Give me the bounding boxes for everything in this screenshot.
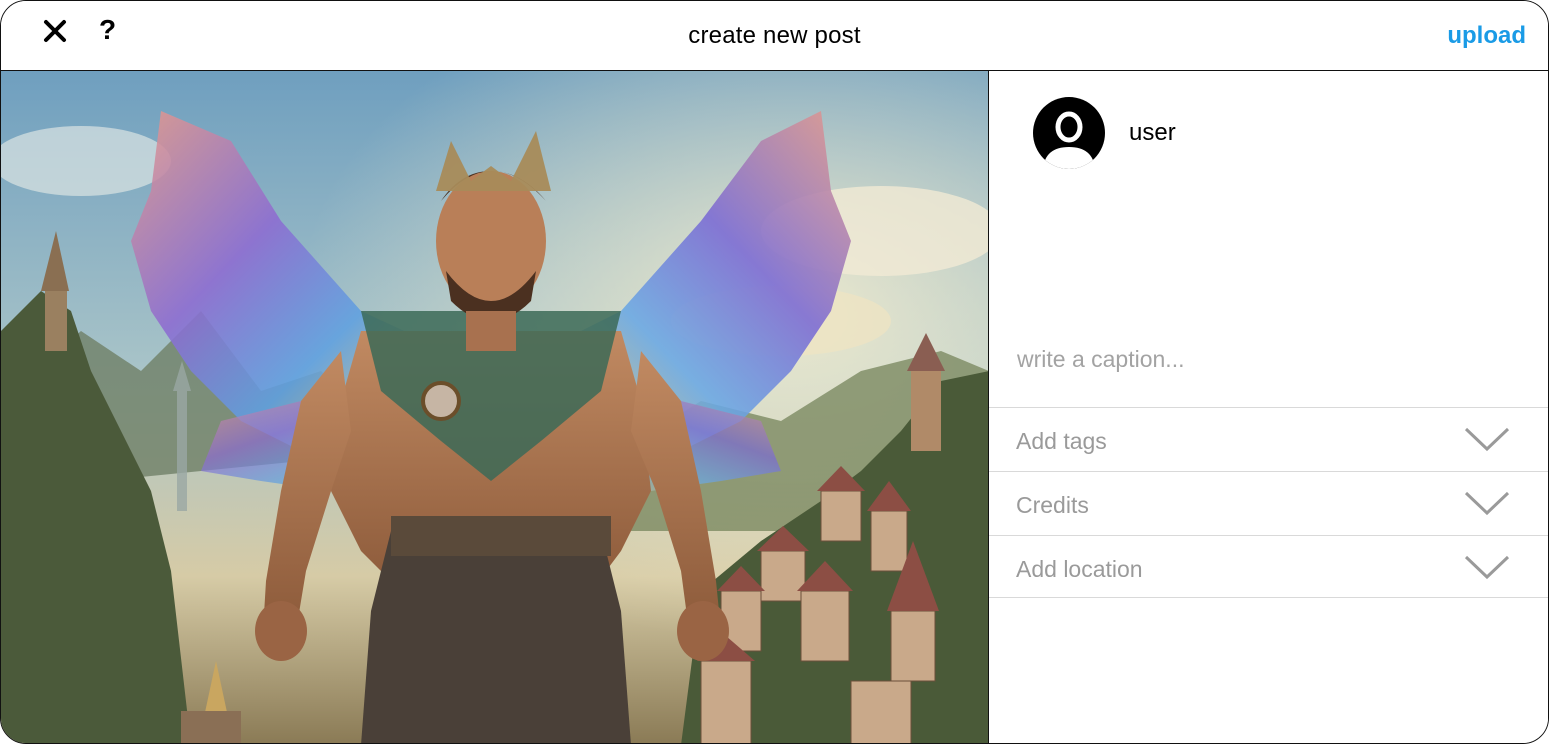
- add-tags-row[interactable]: Add tags: [989, 407, 1548, 470]
- add-location-row[interactable]: Add location: [989, 535, 1548, 598]
- caption-input[interactable]: [1003, 335, 1533, 383]
- post-image-preview: [1, 71, 989, 743]
- add-tags-label: Add tags: [1016, 428, 1107, 454]
- chevron-down-icon[interactable]: [1464, 426, 1510, 452]
- page-title: create new post: [688, 22, 861, 49]
- chevron-down-icon[interactable]: [1464, 554, 1510, 580]
- create-post-modal: ? create new post upload user write a ca…: [0, 0, 1549, 744]
- credits-label: Credits: [1016, 492, 1089, 518]
- add-location-label: Add location: [1016, 556, 1143, 582]
- post-details-panel: user Add tags Credits Add location: [989, 71, 1548, 743]
- credits-row[interactable]: Credits: [989, 471, 1548, 534]
- modal-header: ? create new post upload: [1, 1, 1548, 71]
- chevron-down-icon[interactable]: [1464, 490, 1510, 516]
- username[interactable]: user: [1129, 119, 1176, 147]
- user-avatar-icon[interactable]: [1033, 97, 1105, 169]
- upload-button[interactable]: upload: [1447, 22, 1526, 50]
- post-image: [1, 71, 988, 743]
